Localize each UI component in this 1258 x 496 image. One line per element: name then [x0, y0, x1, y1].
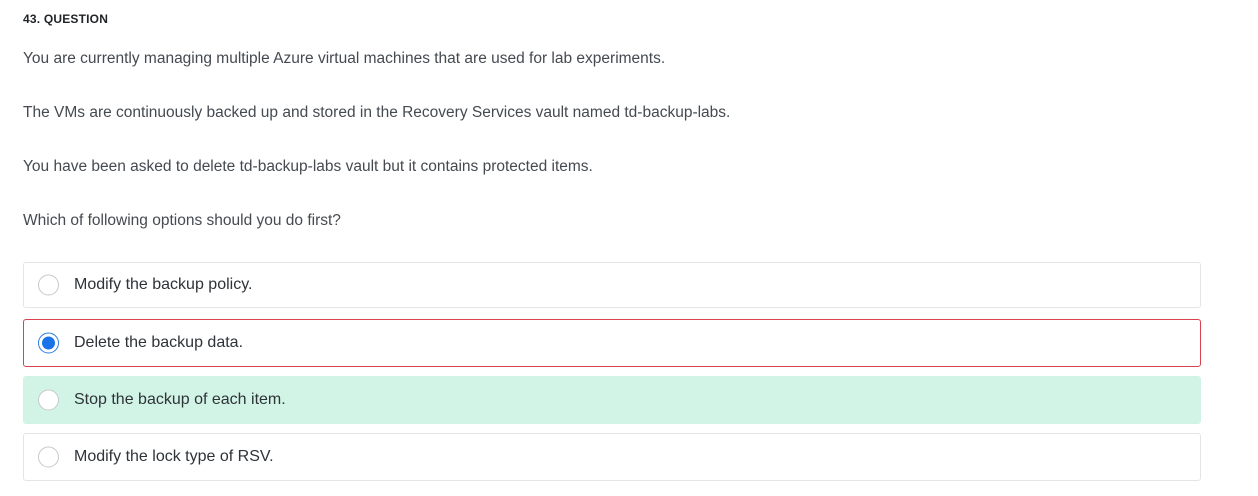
radio-button[interactable]	[38, 446, 59, 468]
answer-option-correct[interactable]: Stop the backup of each item.	[23, 376, 1201, 424]
answer-option-neutral[interactable]: Modify the backup policy.	[23, 262, 1201, 308]
answer-option-label: Stop the backup of each item.	[74, 391, 286, 408]
radio-button[interactable]	[38, 274, 59, 296]
question-paragraph: You are currently managing multiple Azur…	[23, 50, 666, 67]
question-paragraph: You have been asked to delete td-backup-…	[23, 158, 593, 175]
answer-option-selected-incorrect[interactable]: Delete the backup data.	[23, 319, 1201, 367]
radio-button[interactable]	[38, 389, 59, 411]
answer-option-label: Modify the backup policy.	[74, 276, 253, 293]
radio-dot-icon	[42, 336, 55, 350]
question-header: 43. QUESTION	[23, 12, 109, 26]
answer-option-neutral[interactable]: Modify the lock type of RSV.	[23, 433, 1201, 481]
question-prompt: Which of following options should you do…	[23, 212, 341, 229]
answer-option-label: Delete the backup data.	[74, 334, 244, 351]
radio-button-selected[interactable]	[38, 332, 59, 354]
question-paragraph: The VMs are continuously backed up and s…	[23, 104, 731, 121]
answer-option-label: Modify the lock type of RSV.	[74, 448, 274, 465]
